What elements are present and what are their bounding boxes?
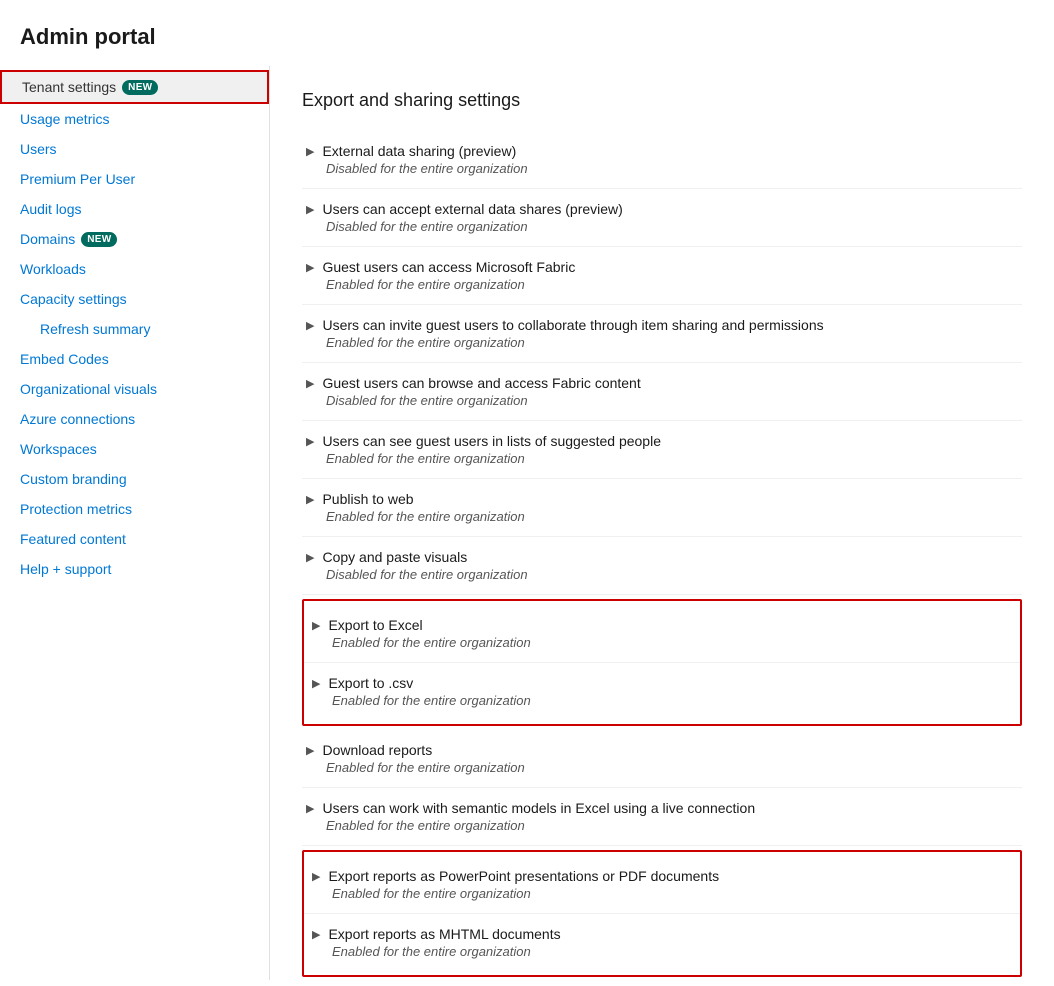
setting-name: Export to .csv — [328, 675, 413, 691]
chevron-icon[interactable]: ▶ — [306, 744, 314, 757]
setting-group-group1: ▶ Export to Excel Enabled for the entire o… — [302, 599, 1022, 726]
sidebar-item-label: Usage metrics — [20, 111, 109, 127]
sidebar-item-refresh-summary[interactable]: Refresh summary — [0, 314, 269, 344]
setting-item-semantic-models-excel: ▶ Users can work with semantic models in … — [302, 788, 1022, 846]
sidebar-item-label: Help + support — [20, 561, 111, 577]
setting-status: Enabled for the entire organization — [312, 886, 1012, 901]
setting-status: Disabled for the entire organization — [306, 219, 1018, 234]
sidebar: Tenant settings New Usage metrics Users Prem… — [0, 66, 270, 980]
chevron-icon[interactable]: ▶ — [312, 619, 320, 632]
setting-item-export-to-csv: ▶ Export to .csv Enabled for the entire or… — [304, 663, 1020, 720]
setting-status: Enabled for the entire organization — [306, 818, 1018, 833]
setting-name: Users can invite guest users to collabor… — [322, 317, 823, 333]
sidebar-item-label: Featured content — [20, 531, 126, 547]
chevron-icon[interactable]: ▶ — [306, 493, 314, 506]
sidebar-item-label: Domains — [20, 231, 75, 247]
setting-item-guest-browse-fabric: ▶ Guest users can browse and access Fabri… — [302, 363, 1022, 421]
setting-status: Disabled for the entire organization — [306, 393, 1018, 408]
sidebar-item-label: Premium Per User — [20, 171, 135, 187]
section-title: Export and sharing settings — [302, 90, 1022, 111]
sidebar-item-label: Embed Codes — [20, 351, 109, 367]
setting-item-download-reports: ▶ Download reports Enabled for the entire … — [302, 730, 1022, 788]
setting-name: Download reports — [322, 742, 432, 758]
badge-new: New — [81, 232, 117, 247]
sidebar-item-azure-connections[interactable]: Azure connections — [0, 404, 269, 434]
setting-item-export-powerpoint-pdf: ▶ Export reports as PowerPoint presentati… — [304, 856, 1020, 914]
sidebar-item-capacity-settings[interactable]: Capacity settings — [0, 284, 269, 314]
setting-name: Users can accept external data shares (p… — [322, 201, 622, 217]
chevron-icon[interactable]: ▶ — [312, 928, 320, 941]
setting-status: Enabled for the entire organization — [306, 277, 1018, 292]
setting-status: Disabled for the entire organization — [306, 161, 1018, 176]
sidebar-item-workspaces[interactable]: Workspaces — [0, 434, 269, 464]
setting-name: Export reports as MHTML documents — [328, 926, 560, 942]
chevron-icon[interactable]: ▶ — [306, 145, 314, 158]
setting-name: Guest users can access Microsoft Fabric — [322, 259, 575, 275]
setting-item-see-guest-suggested: ▶ Users can see guest users in lists of s… — [302, 421, 1022, 479]
page-title: Admin portal — [0, 0, 1054, 66]
setting-status: Disabled for the entire organization — [306, 567, 1018, 582]
setting-name: Guest users can browse and access Fabric… — [322, 375, 640, 391]
setting-item-invite-guest-collaborate: ▶ Users can invite guest users to collabo… — [302, 305, 1022, 363]
setting-name: Users can work with semantic models in E… — [322, 800, 755, 816]
setting-name: Export to Excel — [328, 617, 422, 633]
chevron-icon[interactable]: ▶ — [306, 261, 314, 274]
chevron-icon[interactable]: ▶ — [312, 677, 320, 690]
setting-item-export-to-excel: ▶ Export to Excel Enabled for the entire o… — [304, 605, 1020, 663]
chevron-icon[interactable]: ▶ — [306, 319, 314, 332]
setting-status: Enabled for the entire organization — [306, 335, 1018, 350]
sidebar-item-premium-per-user[interactable]: Premium Per User — [0, 164, 269, 194]
setting-item-external-data-sharing: ▶ External data sharing (preview) Disabled… — [302, 131, 1022, 189]
setting-item-publish-to-web: ▶ Publish to web Enabled for the entire or… — [302, 479, 1022, 537]
chevron-icon[interactable]: ▶ — [306, 203, 314, 216]
sidebar-item-protection-metrics[interactable]: Protection metrics — [0, 494, 269, 524]
sidebar-item-label: Azure connections — [20, 411, 135, 427]
chevron-icon[interactable]: ▶ — [306, 377, 314, 390]
sidebar-item-embed-codes[interactable]: Embed Codes — [0, 344, 269, 374]
sidebar-item-users[interactable]: Users — [0, 134, 269, 164]
sidebar-item-label: Refresh summary — [40, 321, 150, 337]
setting-status: Enabled for the entire organization — [312, 693, 1012, 708]
setting-status: Enabled for the entire organization — [306, 451, 1018, 466]
chevron-icon[interactable]: ▶ — [312, 870, 320, 883]
sidebar-item-organizational-visuals[interactable]: Organizational visuals — [0, 374, 269, 404]
sidebar-item-label: Workloads — [20, 261, 86, 277]
setting-name: External data sharing (preview) — [322, 143, 516, 159]
sidebar-item-domains[interactable]: Domains New — [0, 224, 269, 254]
sidebar-item-label: Users — [20, 141, 57, 157]
setting-name: Users can see guest users in lists of su… — [322, 433, 661, 449]
setting-item-accept-external-shares: ▶ Users can accept external data shares (… — [302, 189, 1022, 247]
sidebar-item-label: Audit logs — [20, 201, 81, 217]
setting-name: Publish to web — [322, 491, 413, 507]
sidebar-item-label: Custom branding — [20, 471, 127, 487]
sidebar-item-tenant-settings[interactable]: Tenant settings New — [0, 70, 269, 104]
chevron-icon[interactable]: ▶ — [306, 435, 314, 448]
chevron-icon[interactable]: ▶ — [306, 551, 314, 564]
chevron-icon[interactable]: ▶ — [306, 802, 314, 815]
sidebar-item-featured-content[interactable]: Featured content — [0, 524, 269, 554]
sidebar-item-label: Protection metrics — [20, 501, 132, 517]
main-content: Export and sharing settings ▶ External da… — [270, 66, 1054, 980]
sidebar-item-custom-branding[interactable]: Custom branding — [0, 464, 269, 494]
sidebar-item-help-support[interactable]: Help + support — [0, 554, 269, 584]
sidebar-item-label: Capacity settings — [20, 291, 127, 307]
setting-status: Enabled for the entire organization — [306, 760, 1018, 775]
setting-name: Export reports as PowerPoint presentatio… — [328, 868, 719, 884]
badge-new: New — [122, 80, 158, 95]
setting-item-copy-paste-visuals: ▶ Copy and paste visuals Disabled for the … — [302, 537, 1022, 595]
sidebar-item-workloads[interactable]: Workloads — [0, 254, 269, 284]
sidebar-item-label: Workspaces — [20, 441, 97, 457]
sidebar-item-usage-metrics[interactable]: Usage metrics — [0, 104, 269, 134]
sidebar-item-audit-logs[interactable]: Audit logs — [0, 194, 269, 224]
setting-item-guest-access-fabric: ▶ Guest users can access Microsoft Fabric… — [302, 247, 1022, 305]
setting-name: Copy and paste visuals — [322, 549, 467, 565]
setting-status: Enabled for the entire organization — [312, 944, 1012, 959]
sidebar-item-label: Organizational visuals — [20, 381, 157, 397]
sidebar-item-label: Tenant settings — [22, 79, 116, 95]
setting-item-export-mhtml: ▶ Export reports as MHTML documents Enable… — [304, 914, 1020, 971]
setting-status: Enabled for the entire organization — [306, 509, 1018, 524]
setting-group-group2: ▶ Export reports as PowerPoint presentati… — [302, 850, 1022, 977]
setting-status: Enabled for the entire organization — [312, 635, 1012, 650]
settings-list: ▶ External data sharing (preview) Disabled… — [302, 131, 1022, 980]
